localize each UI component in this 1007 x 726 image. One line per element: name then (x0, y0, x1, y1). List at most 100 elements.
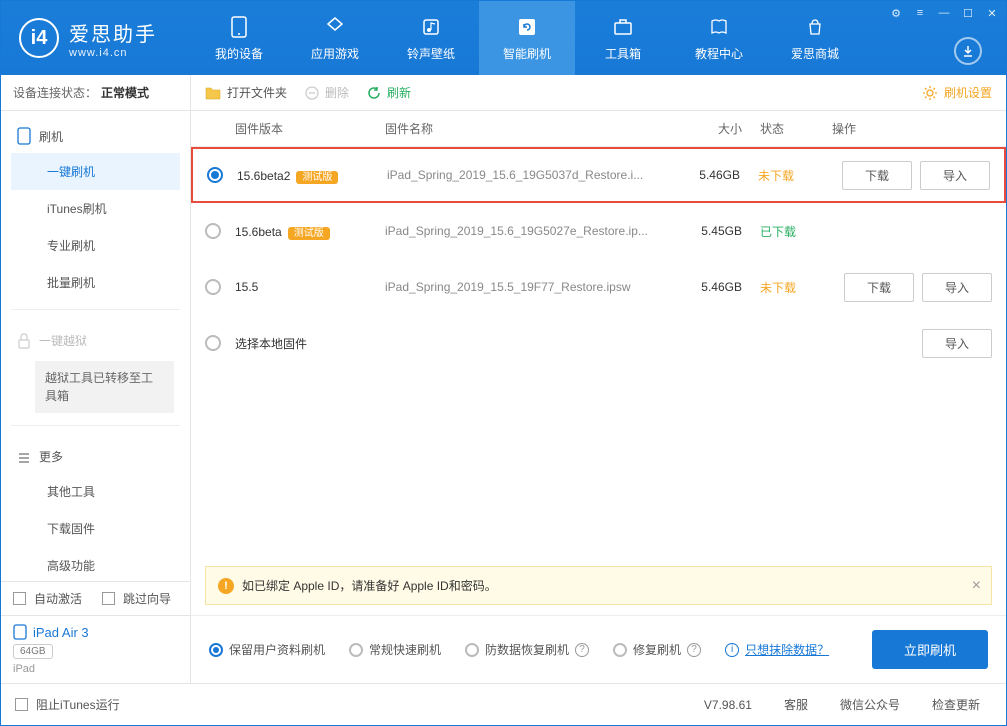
opt-keep-data[interactable]: 保留用户资料刷机 (209, 641, 325, 658)
sidebar-item-itunes-flash[interactable]: iTunes刷机 (11, 190, 180, 227)
menu-icon[interactable]: ⚙ (888, 5, 904, 21)
fw-version: 15.6beta2 (237, 169, 290, 183)
auto-activate-label: 自动激活 (34, 590, 82, 607)
firmware-row[interactable]: 15.6beta测试版 iPad_Spring_2019_15.6_19G502… (191, 203, 1006, 259)
nav-tutorials[interactable]: 教程中心 (671, 1, 767, 75)
window-controls: ⚙ ≡ — ☐ ✕ (888, 5, 1000, 21)
nav-ringtones[interactable]: 铃声壁纸 (383, 1, 479, 75)
support-link[interactable]: 客服 (772, 696, 820, 713)
opt-normal[interactable]: 常规快速刷机 (349, 641, 441, 658)
sidebar-flash-head[interactable]: 刷机 (11, 119, 180, 153)
beta-badge: 测试版 (288, 227, 330, 240)
sidebar-item-other-tools[interactable]: 其他工具 (11, 473, 180, 510)
logo-icon: i4 (19, 18, 59, 58)
firmware-row-local[interactable]: 选择本地固件 导入 (191, 315, 1006, 371)
firmware-row[interactable]: 15.5 iPad_Spring_2019_15.5_19F77_Restore… (191, 259, 1006, 315)
help-icon[interactable]: ? (687, 643, 701, 657)
logo-area: i4 爱思助手 www.i4.cn (1, 1, 191, 75)
nav-store[interactable]: 爱思商城 (767, 1, 863, 75)
flash-now-button[interactable]: 立即刷机 (872, 630, 988, 669)
open-folder-button[interactable]: 打开文件夹 (205, 84, 287, 101)
nav-label: 应用游戏 (311, 45, 359, 62)
more-icon (17, 450, 31, 464)
app-subtitle: www.i4.cn (69, 47, 157, 59)
firmware-row[interactable]: 15.6beta2 测试版 iPad_Spring_2019_15.6_19G50… (191, 147, 1006, 203)
close-icon[interactable]: ✕ (984, 5, 1000, 21)
alert-close-icon[interactable]: × (972, 577, 981, 595)
firmware-radio[interactable] (205, 279, 221, 295)
import-button[interactable]: 导入 (920, 161, 990, 190)
import-button[interactable]: 导入 (922, 273, 992, 302)
flash-settings-button[interactable]: 刷机设置 (922, 84, 992, 101)
nav-label: 爱思商城 (791, 45, 839, 62)
toolbar: 打开文件夹 删除 刷新 刷机设置 (191, 75, 1006, 111)
jailbreak-note: 越狱工具已转移至工具箱 (35, 361, 174, 413)
opt-anti-recovery[interactable]: 防数据恢复刷机? (465, 641, 589, 658)
skip-guide-checkbox[interactable] (102, 592, 115, 605)
sidebar-more-head[interactable]: 更多 (11, 440, 180, 473)
download-indicator-icon[interactable] (954, 37, 982, 65)
erase-link[interactable]: i只想抹除数据？ (725, 641, 829, 658)
nav-smart-flash[interactable]: 智能刷机 (479, 1, 575, 75)
refresh-icon (515, 15, 539, 39)
device-type: iPad (13, 663, 178, 675)
folder-icon (205, 86, 221, 100)
sidebar-item-pro-flash[interactable]: 专业刷机 (11, 227, 180, 264)
app-header: i4 爱思助手 www.i4.cn 我的设备 应用游戏 铃声壁纸 智能刷机 工具… (1, 1, 1006, 75)
delete-button[interactable]: 删除 (305, 84, 349, 101)
maximize-icon[interactable]: ☐ (960, 5, 976, 21)
firmware-radio[interactable] (205, 223, 221, 239)
fw-name: iPad_Spring_2019_15.6_19G5027e_Restore.i… (385, 224, 662, 238)
fw-name: iPad_Spring_2019_15.5_19F77_Restore.ipsw (385, 280, 662, 294)
minimize-icon[interactable]: — (936, 5, 952, 21)
th-name: 固件名称 (385, 120, 662, 137)
th-action: 操作 (822, 120, 992, 137)
device-storage: 64GB (13, 644, 53, 659)
device-name[interactable]: iPad Air 3 (13, 624, 178, 640)
alert-banner: ! 如已绑定 Apple ID，请准备好 Apple ID和密码。 × (205, 566, 992, 605)
nav-toolbox[interactable]: 工具箱 (575, 1, 671, 75)
sidebar-item-batch-flash[interactable]: 批量刷机 (11, 264, 180, 301)
device-info: iPad Air 3 64GB iPad (1, 615, 190, 683)
sidebar-item-download-fw[interactable]: 下载固件 (11, 510, 180, 547)
fw-status: 未下载 (740, 167, 820, 184)
nav-label: 智能刷机 (503, 45, 551, 62)
block-itunes-checkbox[interactable] (15, 698, 28, 711)
lock-icon (17, 333, 31, 349)
store-icon (803, 15, 827, 39)
fw-size: 5.46GB (660, 168, 740, 182)
apps-icon (323, 15, 347, 39)
nav-my-device[interactable]: 我的设备 (191, 1, 287, 75)
sidebar-item-advanced[interactable]: 高级功能 (11, 547, 180, 581)
main-panel: 打开文件夹 删除 刷新 刷机设置 固件版本 固件名称 大小 状态 操作 (191, 75, 1006, 683)
warning-icon: ! (218, 578, 234, 594)
fw-status: 未下载 (742, 279, 822, 296)
firmware-radio[interactable] (207, 167, 223, 183)
nav-apps[interactable]: 应用游戏 (287, 1, 383, 75)
nav-tabs: 我的设备 应用游戏 铃声壁纸 智能刷机 工具箱 教程中心 爱思商城 (191, 1, 1006, 75)
beta-badge: 测试版 (296, 171, 338, 184)
download-button[interactable]: 下载 (844, 273, 914, 302)
help-icon[interactable]: ? (575, 643, 589, 657)
download-button[interactable]: 下载 (842, 161, 912, 190)
sidebar-item-oneclick-flash[interactable]: 一键刷机 (11, 153, 180, 190)
list-icon[interactable]: ≡ (912, 5, 928, 21)
app-title: 爱思助手 (69, 18, 157, 47)
fw-name: iPad_Spring_2019_15.6_19G5037d_Restore.i… (387, 168, 660, 182)
check-update-link[interactable]: 检查更新 (920, 696, 992, 713)
wechat-link[interactable]: 微信公众号 (828, 696, 912, 713)
phone-icon (227, 15, 251, 39)
book-icon (707, 15, 731, 39)
firmware-radio[interactable] (205, 335, 221, 351)
firmware-list: 15.6beta2 测试版 iPad_Spring_2019_15.6_19G50… (191, 147, 1006, 566)
delete-icon (305, 86, 319, 100)
import-button[interactable]: 导入 (922, 329, 992, 358)
th-status: 状态 (742, 120, 822, 137)
device-icon (17, 127, 31, 145)
alert-text: 如已绑定 Apple ID，请准备好 Apple ID和密码。 (242, 577, 497, 594)
auto-activate-checkbox[interactable] (13, 592, 26, 605)
refresh-button[interactable]: 刷新 (367, 84, 411, 101)
ipad-icon (13, 624, 27, 640)
toolbox-icon (611, 15, 635, 39)
opt-repair[interactable]: 修复刷机? (613, 641, 701, 658)
